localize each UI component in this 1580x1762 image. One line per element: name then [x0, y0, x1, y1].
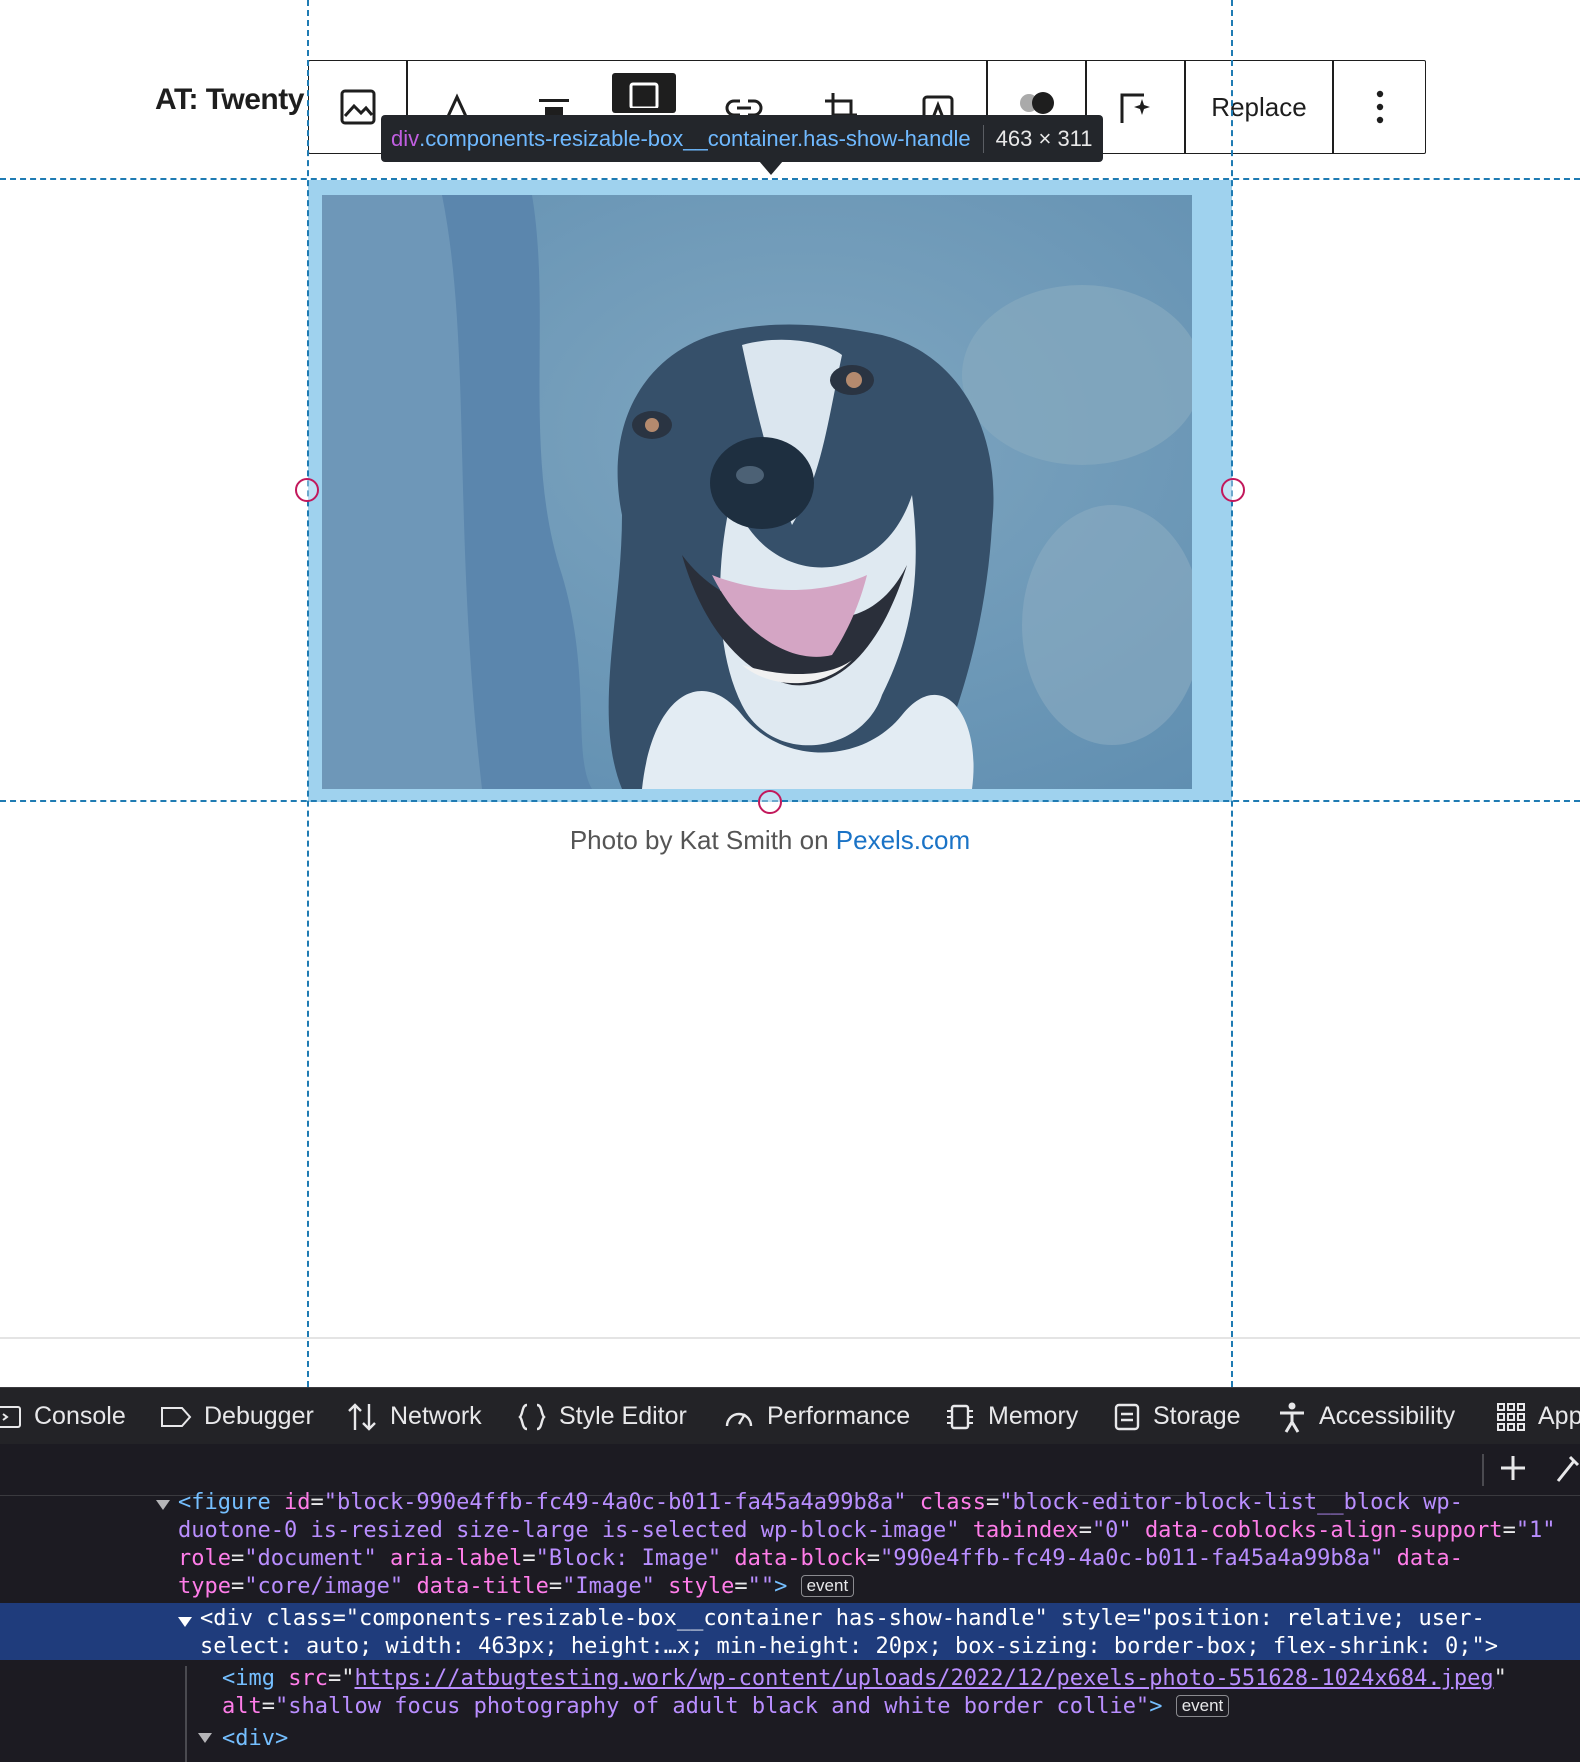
- image-caption[interactable]: Photo by Kat Smith on Pexels.com: [0, 825, 1540, 856]
- tooltip-tag: div: [391, 125, 420, 151]
- code-line-1: <figure id="block-990e4ffb-fc49-4a0c-b01…: [178, 1490, 1463, 1515]
- plus-icon: [1501, 1456, 1525, 1480]
- toolbar-separator: [1482, 1454, 1484, 1486]
- code-line-9: <div>: [222, 1726, 289, 1751]
- resize-handle-right[interactable]: [1221, 478, 1245, 502]
- tab-console[interactable]: Console: [0, 1388, 126, 1445]
- tab-network-label: Network: [390, 1402, 482, 1430]
- tab-application-label: App: [1538, 1402, 1580, 1430]
- tab-console-label: Console: [34, 1402, 126, 1430]
- collapse-figure-arrow[interactable]: [156, 1500, 170, 1510]
- link-icon: [725, 99, 762, 117]
- caption-text: Photo by Kat Smith on: [569, 825, 836, 855]
- resolution-button[interactable]: [612, 73, 676, 113]
- code-line-2: duotone-0 is-resized size-large is-selec…: [178, 1518, 1556, 1543]
- collapse-inner-div-arrow[interactable]: [198, 1733, 212, 1743]
- guide-line-left: [307, 0, 309, 1387]
- style-editor-icon: [518, 1403, 546, 1430]
- tooltip-size: 463 × 311: [995, 125, 1093, 151]
- event-badge[interactable]: event: [800, 1575, 855, 1597]
- site-title[interactable]: AT: Twenty: [155, 83, 304, 117]
- devtools-tab-bar: Console Debugger Network Style Editor Pe…: [0, 1387, 1580, 1444]
- image-block-icon: [340, 89, 375, 125]
- memory-icon: [947, 1404, 973, 1429]
- tab-memory-label: Memory: [988, 1402, 1079, 1430]
- markup-view: <figure id="block-990e4ffb-fc49-4a0c-b01…: [0, 1490, 1580, 1762]
- resize-handle-bottom[interactable]: [758, 790, 782, 814]
- tab-storage-label: Storage: [1153, 1402, 1241, 1430]
- align-wide-icon: [629, 82, 659, 108]
- tab-debugger[interactable]: Debugger: [160, 1388, 314, 1445]
- border-collie-image: [322, 195, 1192, 789]
- editor-bottom-border: [0, 1337, 1580, 1339]
- tab-style-editor-label: Style Editor: [559, 1402, 687, 1430]
- tab-style-editor[interactable]: Style Editor: [517, 1388, 687, 1445]
- dog-photo[interactable]: [322, 195, 1192, 789]
- code-line-3: role="document" aria-label="Block: Image…: [178, 1546, 1463, 1571]
- tab-debugger-label: Debugger: [204, 1402, 314, 1430]
- code-line-7: <img src="https://atbugtesting.work/wp-c…: [222, 1666, 1507, 1691]
- code-line-8: alt="shallow focus photography of adult …: [222, 1694, 1230, 1719]
- application-icon: [1497, 1402, 1525, 1431]
- inspector-tooltip: div .components-resizable-box__container.…: [381, 115, 1103, 162]
- eyedropper-button[interactable]: [1554, 1453, 1580, 1488]
- eyedropper-icon: [1556, 1455, 1580, 1482]
- tab-network[interactable]: Network: [346, 1388, 482, 1445]
- code-line-4: type="core/image" data-title="Image" sty…: [178, 1574, 855, 1599]
- guide-line-top: [0, 178, 1580, 180]
- collapse-div-arrow[interactable]: [178, 1617, 192, 1627]
- img-src-link[interactable]: https://atbugtesting.work/wp-content/upl…: [354, 1666, 1493, 1691]
- replace-label: Replace: [1211, 91, 1307, 122]
- ai-sparkle-icon: [1120, 93, 1150, 123]
- more-options-icon: [1376, 90, 1384, 124]
- storage-icon: [1114, 1403, 1140, 1430]
- replace-button[interactable]: Replace: [1186, 61, 1332, 153]
- add-node-button[interactable]: [1498, 1453, 1528, 1488]
- guide-line-bottom: [0, 800, 1580, 802]
- console-icon: [0, 1405, 21, 1428]
- debugger-icon: [161, 1406, 192, 1427]
- performance-icon: [725, 1412, 753, 1426]
- resize-handle-left[interactable]: [295, 478, 319, 502]
- caption-link[interactable]: Pexels.com: [836, 825, 970, 855]
- event-badge[interactable]: event: [1175, 1695, 1230, 1717]
- tree-guide: [185, 1666, 187, 1762]
- more-options-button[interactable]: [1334, 61, 1426, 153]
- toggle-icon: [1019, 92, 1054, 114]
- guide-line-right: [1231, 0, 1233, 1387]
- tab-performance-label: Performance: [767, 1402, 911, 1430]
- tab-accessibility[interactable]: Accessibility: [1277, 1388, 1455, 1445]
- code-line-6: select: auto; width: 463px; height:…x; m…: [200, 1634, 1499, 1659]
- tooltip-classes: .components-resizable-box__container.has…: [419, 125, 971, 151]
- inspector-toolbar: [0, 1444, 1580, 1496]
- tab-storage[interactable]: Storage: [1113, 1388, 1241, 1445]
- network-icon: [348, 1402, 376, 1431]
- tab-application[interactable]: App: [1496, 1388, 1580, 1445]
- accessibility-icon: [1280, 1402, 1304, 1433]
- tab-performance[interactable]: Performance: [723, 1388, 910, 1445]
- code-line-5: <div class="components-resizable-box__co…: [200, 1606, 1485, 1631]
- tab-memory[interactable]: Memory: [944, 1388, 1078, 1445]
- tab-accessibility-label: Accessibility: [1319, 1402, 1456, 1430]
- tooltip-arrow: [759, 161, 783, 175]
